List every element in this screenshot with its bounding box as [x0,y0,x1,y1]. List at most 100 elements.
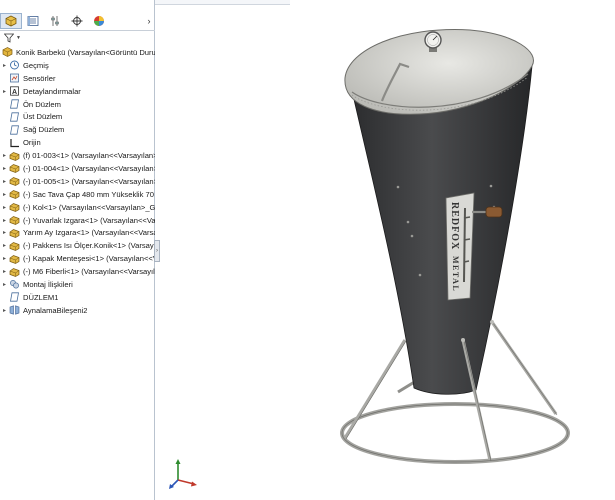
filter-icon [4,33,14,43]
expand-arrow-icon[interactable]: ▸ [0,88,9,95]
tree-item[interactable]: Sağ Düzlem [0,123,155,136]
tree-item[interactable]: Üst Düzlem [0,110,155,123]
dimxpert-manager-icon [71,15,83,27]
tree-item[interactable]: ▸ Montaj İlişkileri [0,278,155,291]
leg-top-cap [461,338,465,342]
brand-engraving-bottom: METAL [451,256,460,292]
tab-dimxpert-manager[interactable] [66,13,88,29]
graphics-area[interactable]: REDFOX METAL [156,0,615,500]
expand-arrow-icon[interactable]: ▸ [0,307,9,314]
tree-item-label: Ön Düzlem [23,99,61,109]
expand-arrow-icon[interactable]: ▸ [0,165,9,172]
tree-item-label: Detaylandırmalar [23,86,81,96]
feature-manager-icon [5,15,17,27]
plane-icon [9,125,20,135]
part-icon [9,267,20,277]
plane-icon [9,99,20,109]
svg-text:A: A [12,89,17,96]
expand-arrow-icon[interactable]: ▸ [0,62,9,69]
tree-item-label: (f) 01-003<1> (Varsayılan<<Varsayılan>_G… [23,151,155,161]
tree-item-label: (-) Kapak Menteşesi<1> (Varsayılan<<Vars… [23,254,155,264]
tree-item-label: DÜZLEM1 [23,292,59,302]
tree-item[interactable]: ▸ Geçmiş [0,59,155,72]
tree-item[interactable]: ▸ (-) 01-004<1> (Varsayılan<<Varsayılan>_… [0,162,155,175]
part-icon [9,176,20,187]
tree-item-label: Sağ Düzlem [23,125,65,135]
grill-body [349,65,533,395]
tree-item[interactable]: DÜZLEM1 [0,291,155,304]
feature-manager-panel: › ▼ Konik Barbekü (Varsayılan<Görüntü Du… [0,0,160,500]
leg-top-cap [490,320,494,324]
feature-tree: Konik Barbekü (Varsayılan<Görüntü Durumu… [0,46,155,317]
part-icon [9,254,20,264]
tree-item-label: Montaj İlişkileri [23,279,73,289]
expand-arrow-icon[interactable]: ▸ [0,281,9,288]
origin-icon [9,138,20,148]
part-icon [9,189,20,200]
tree-item-label: Sensörler [23,73,56,83]
mates-icon [9,279,20,289]
tree-item[interactable]: ▸ (f) 01-003<1> (Varsayılan<<Varsayılan>_… [0,149,155,162]
tree-item-label: (-) Yuvarlak Izgara<1> (Varsayılan<<Vars… [23,215,155,225]
expand-arrow-icon[interactable]: ▸ [0,152,9,159]
tree-item-label: (-) 01-004<1> (Varsayılan<<Varsayılan>_G… [23,163,155,173]
part-icon [9,241,20,251]
chevron-down-icon: ▼ [16,35,21,41]
reference-triad-icon [169,459,197,489]
expand-arrow-icon[interactable]: ▸ [0,191,9,198]
tree-item[interactable]: Ön Düzlem [0,98,155,111]
part-icon [9,215,20,225]
display-manager-icon [94,16,104,26]
tree-item-label: (-) Pakkens Isı Ölçer.Konik<1> (Varsayıl… [23,241,155,251]
expand-arrow-icon[interactable]: ▸ [0,242,9,249]
tree-item[interactable]: ▸ (-) Sac Tava Çap 480 mm Yükseklik 70 mm [0,188,155,201]
expand-arrow-icon[interactable]: ▸ [0,178,9,185]
expand-arrow-icon[interactable]: ▸ [0,229,9,236]
tree-item-label: Üst Düzlem [23,112,63,122]
tree-filter[interactable]: ▼ [4,32,21,44]
tree-item[interactable]: ▸ (-) M6 Fiberli<1> (Varsayılan<<Varsayıl… [0,265,155,278]
tree-item-label: (-) M6 Fiberli<1> (Varsayılan<<Varsayıla… [23,267,155,277]
tree-item-label: Yarım Ay Izgara<1> (Varsayılan<<Varsayıl… [23,228,155,238]
part-icon [9,163,20,174]
tree-item-label: (-) 01-005<1> (Varsayılan<<Varsayılan>_G… [23,176,155,186]
stand-ring [340,402,570,464]
tree-item[interactable]: ▸ (-) Pakkens Isı Ölçer.Konik<1> (Varsayı… [0,239,155,252]
tree-item-label: (-) Kol<1> (Varsayılan<<Varsayılan>_Görü… [23,202,155,212]
part-icon [9,228,20,238]
tree-item-label: Geçmiş [23,60,49,70]
tree-item[interactable]: ▸ AynalamaBileşeni2 [0,304,155,317]
part-icon [9,151,20,161]
tree-item[interactable]: Orijin [0,136,155,149]
history-icon [9,60,20,70]
brand-engraving-top: REDFOX [449,202,460,250]
tree-item[interactable]: ▸ A Detaylandırmalar [0,85,155,98]
tab-property-manager[interactable] [22,13,44,29]
tree-item-label: Orijin [23,138,41,148]
expand-arrow-icon[interactable]: ▸ [0,255,9,262]
tree-item[interactable]: ▸ (-) Kapak Menteşesi<1> (Varsayılan<<Var… [0,252,155,265]
annotations-icon: A [9,86,20,96]
tree-item-label: AynalamaBileşeni2 [23,305,88,315]
expand-arrow-icon[interactable]: ▸ [0,204,9,211]
mirror-component-icon [9,305,20,315]
configuration-manager-icon [51,16,59,26]
tree-item[interactable]: ▸ (-) Yuvarlak Izgara<1> (Varsayılan<<Var… [0,214,155,227]
manager-tabs: › [0,12,155,31]
tab-feature-manager[interactable] [0,13,22,29]
tab-display-manager[interactable] [88,13,110,29]
tree-item[interactable]: ▸ (-) Kol<1> (Varsayılan<<Varsayılan>_Gör… [0,201,155,214]
plane-icon [9,112,20,122]
tree-item[interactable]: ▸ Yarım Ay Izgara<1> (Varsayılan<<Varsayı… [0,226,155,239]
tree-root-item[interactable]: Konik Barbekü (Varsayılan<Görüntü Durumu… [0,46,155,59]
tree-item[interactable]: ▸ (-) 01-005<1> (Varsayılan<<Varsayılan>_… [0,175,155,188]
tree-item[interactable]: Sensörler [0,72,155,85]
view-triad [169,459,197,489]
expand-arrow-icon[interactable]: ▸ [0,217,9,224]
tab-configuration-manager[interactable] [44,13,66,29]
tree-item-label: (-) Sac Tava Çap 480 mm Yükseklik 70 mm [23,189,155,199]
expand-arrow-icon[interactable]: ▸ [0,268,9,275]
property-manager-icon [27,16,39,26]
plane-icon [9,292,20,302]
more-tabs-button[interactable]: › [143,16,155,26]
